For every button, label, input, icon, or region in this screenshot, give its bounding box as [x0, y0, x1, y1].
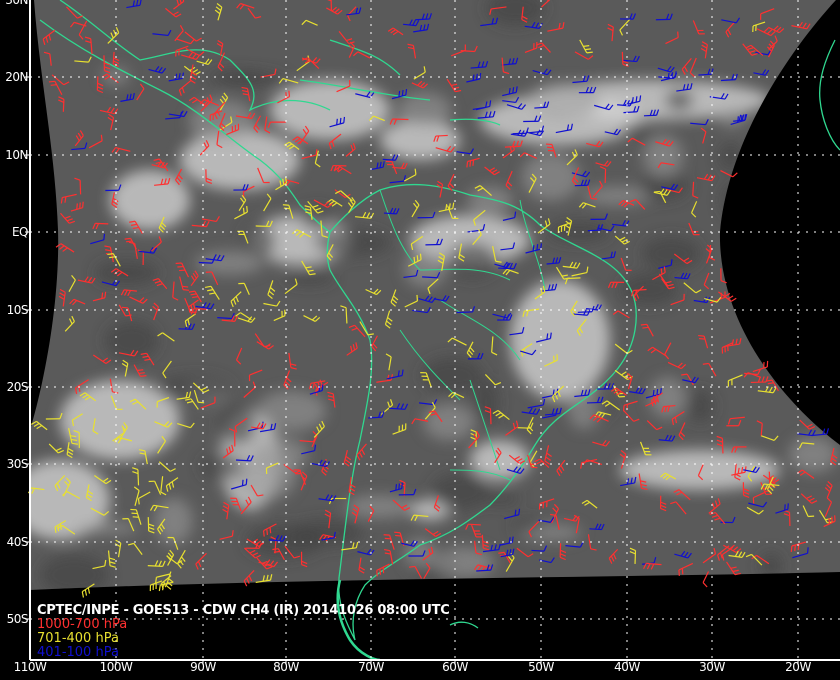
cloud-texture: [789, 114, 825, 148]
coastline-falklands: [449, 621, 479, 629]
satellite-image: [30, 0, 840, 590]
lon-label: 40W: [614, 660, 640, 674]
cloud-texture: [788, 436, 837, 473]
lat-label: 20S: [6, 380, 29, 394]
lon-label: 80W: [273, 660, 299, 674]
cloud-texture: [528, 81, 602, 119]
cloud-texture: [256, 390, 327, 432]
cloud-texture: [74, 521, 140, 535]
cloud-texture: [721, 183, 743, 217]
map-canvas: [25, 0, 840, 665]
lat-label: 20N: [5, 70, 28, 84]
cloud-texture: [664, 88, 695, 112]
lon-label: 70W: [358, 660, 384, 674]
cloud-texture: [40, 554, 108, 590]
cloud-texture: [467, 186, 514, 215]
cloud-texture: [748, 159, 775, 204]
lat-label: 10N: [5, 148, 28, 162]
cloud-region: [620, 450, 780, 490]
coastline-patagonia-islands: [336, 579, 381, 662]
cloud-texture: [94, 260, 159, 286]
satellite-wind-map: 30N 20N 10N EQ 10S 20S 30S 40S 50S 110W 100W 90W 80…: [0, 0, 840, 680]
coastline-africa: [819, 39, 840, 151]
cloud-texture: [313, 228, 391, 257]
lon-label: 100W: [99, 660, 133, 674]
map-title: CPTEC/INPE - GOES13 - CDW CH4 (IR) 20141…: [37, 603, 450, 618]
lon-label: 60W: [442, 660, 468, 674]
cloud-texture: [404, 249, 447, 288]
lon-label: 90W: [190, 660, 216, 674]
cloud-texture: [547, 221, 610, 243]
cloud-texture: [431, 473, 489, 511]
lat-label: 10S: [6, 303, 29, 317]
cloud-texture: [397, 92, 452, 129]
lon-label: 20W: [785, 660, 811, 674]
cloud-texture: [421, 357, 483, 394]
lat-label: 40S: [6, 535, 29, 549]
cloud-texture: [423, 403, 475, 441]
cloud-texture: [719, 143, 742, 170]
cloud-texture: [760, 552, 783, 580]
lon-label: 30W: [699, 660, 725, 674]
cloud-texture: [582, 186, 651, 206]
cloud-texture: [154, 497, 193, 545]
cloud-texture: [482, 492, 521, 505]
lat-label: 50S: [6, 612, 29, 626]
lon-label: 50W: [528, 660, 554, 674]
lat-label: 30N: [5, 0, 28, 7]
cloud-texture: [284, 270, 334, 285]
cloud-texture: [643, 134, 683, 178]
cloud-texture: [686, 389, 714, 423]
legend-low-level: 1000-700 hPa: [37, 617, 128, 632]
lat-label: EQ: [11, 225, 29, 239]
cloud-texture: [512, 518, 544, 532]
legend-mid-level: 701-400 hPa: [37, 631, 119, 646]
lon-label: 110W: [13, 660, 47, 674]
lat-label: 30S: [6, 457, 29, 471]
cloud-region: [510, 280, 610, 400]
cloud-texture: [620, 272, 679, 306]
legend-high-level: 401-100 hPa: [37, 645, 119, 660]
